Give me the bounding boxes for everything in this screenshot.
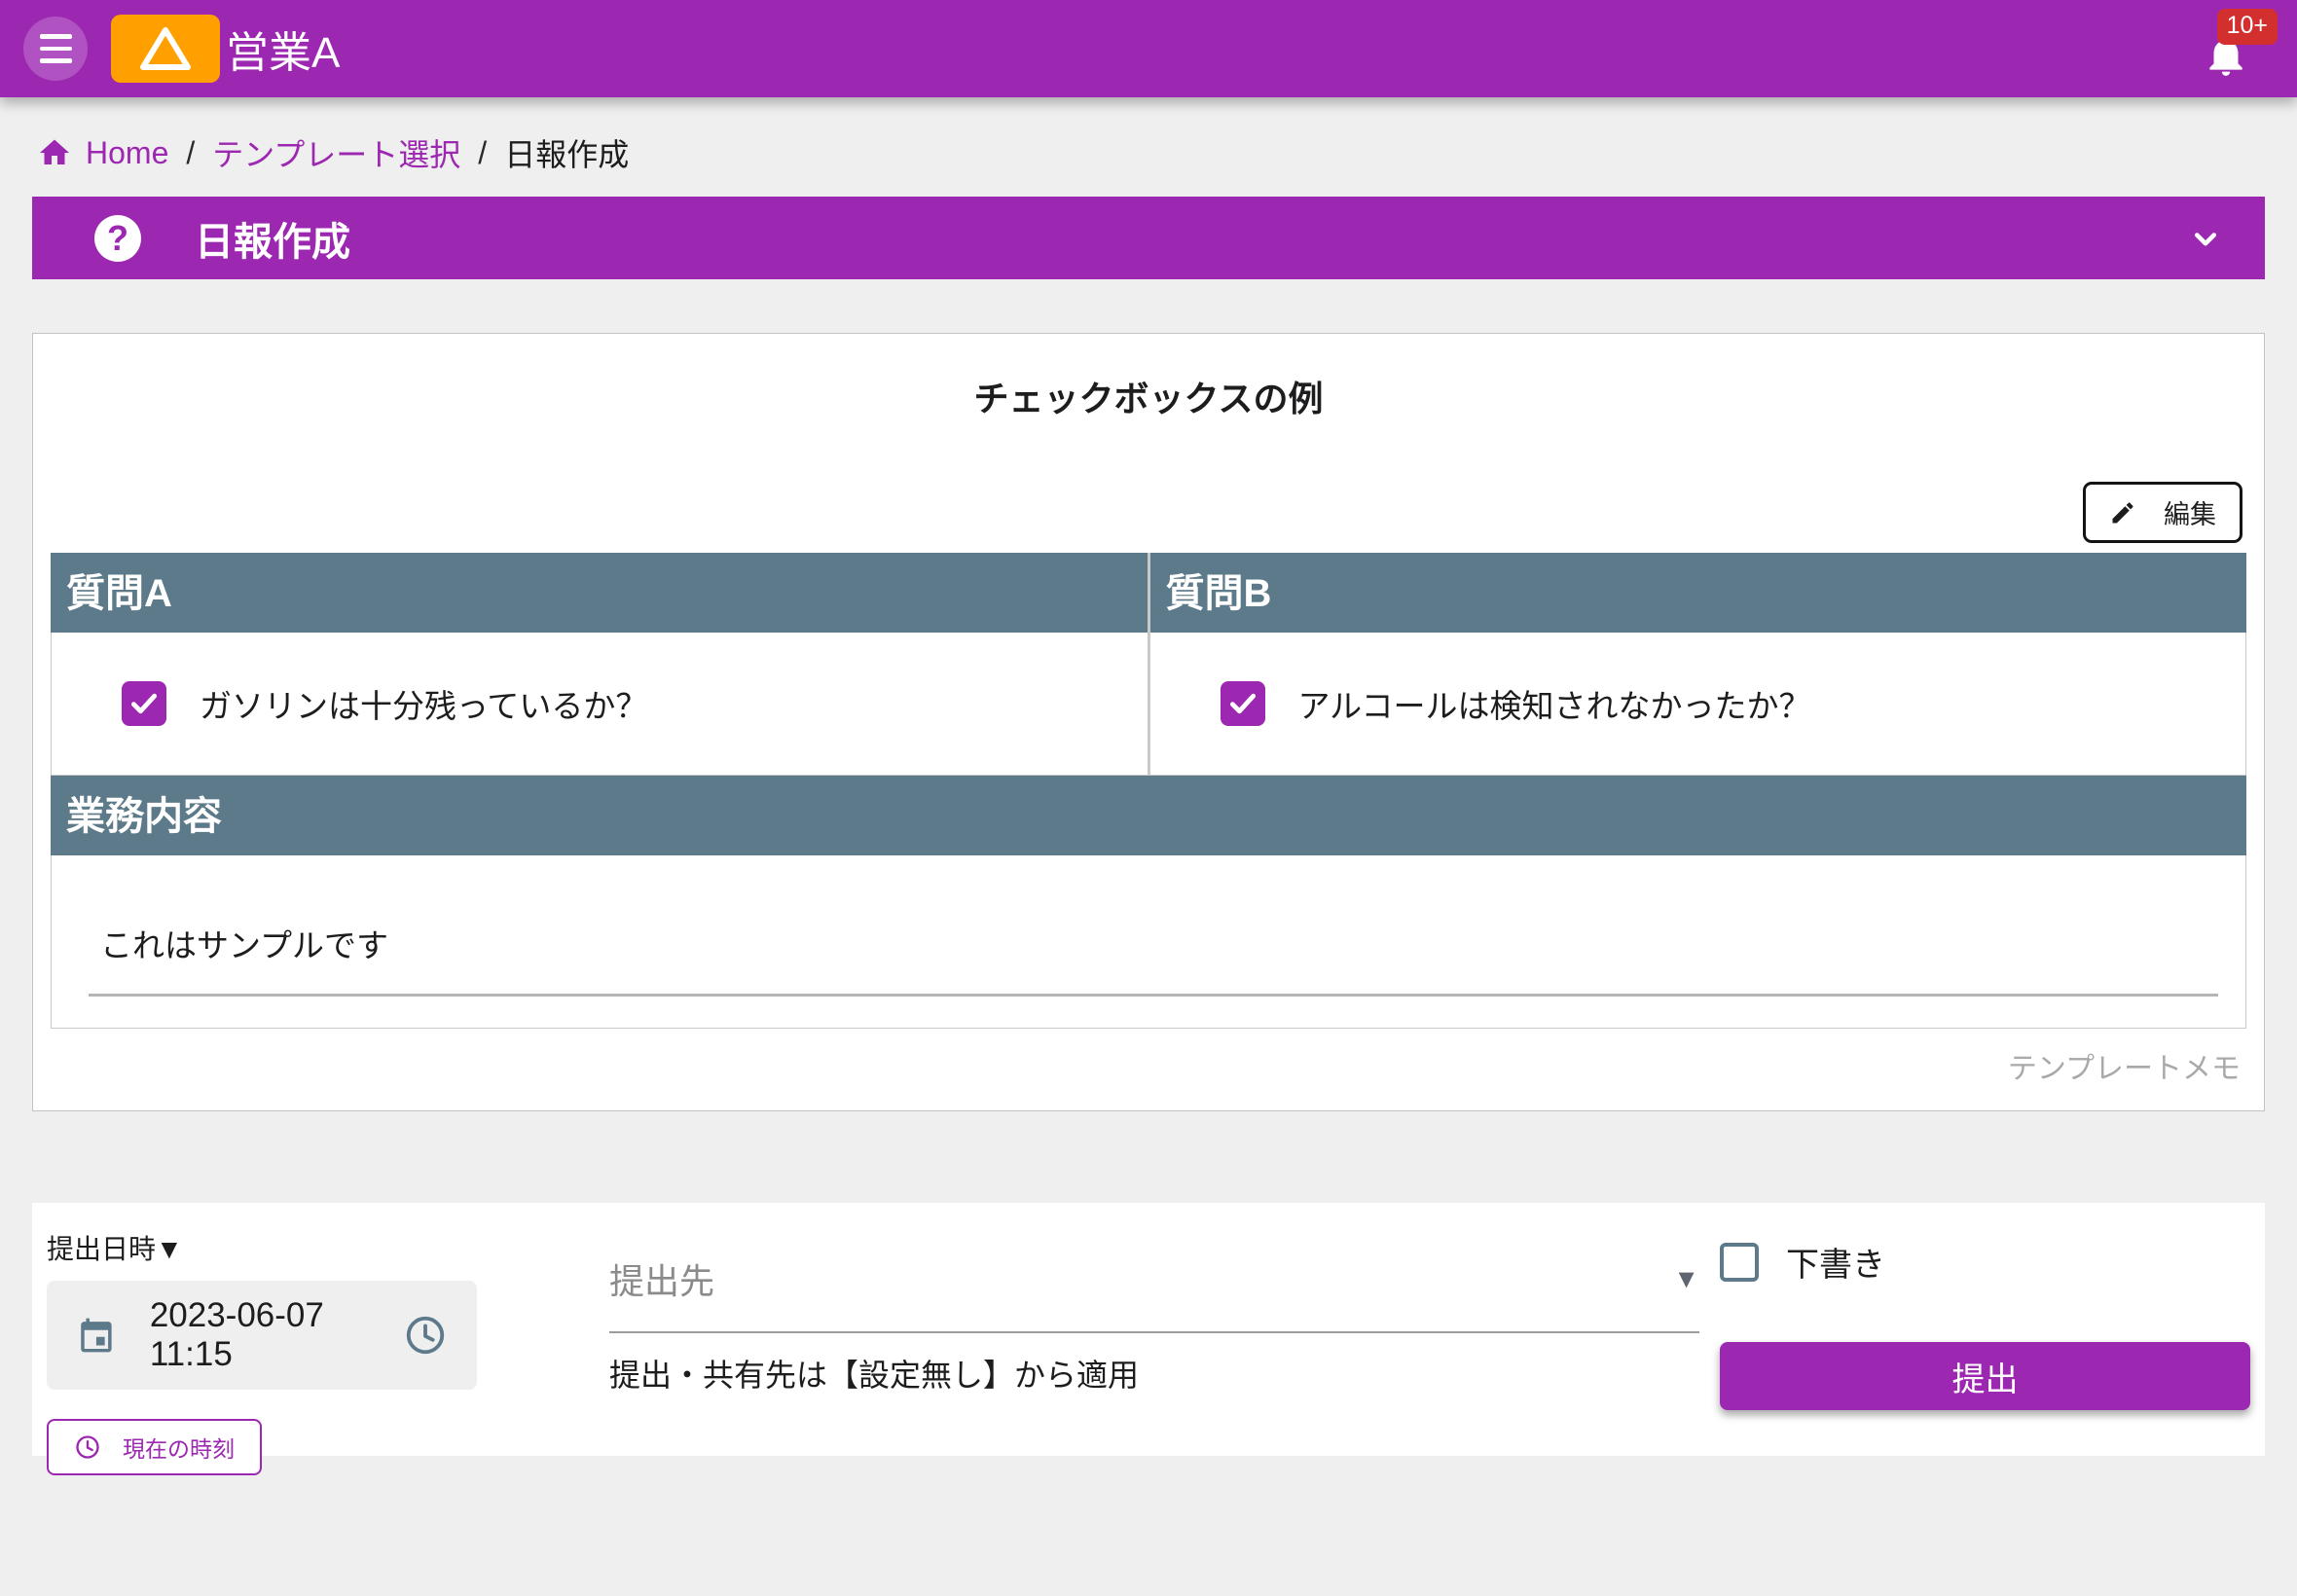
home-icon (37, 135, 72, 170)
checkmark-icon (1226, 687, 1259, 720)
submit-actions-group: 下書き 提出 (1720, 1226, 2250, 1456)
current-time-button[interactable]: 現在の時刻 (47, 1419, 262, 1475)
question-table: 質問A 質問B ガソリンは十分残っているか？ アルコールは検知されなかったか？ (51, 553, 2246, 1029)
work-content-underline (89, 994, 2218, 997)
datetime-value: 2023-06-07 11:15 (150, 1296, 403, 1374)
edit-button[interactable]: 編集 (2083, 482, 2242, 543)
help-button[interactable]: ? (94, 215, 141, 262)
breadcrumb-home-label: Home (86, 135, 168, 171)
question-b-label: アルコールは検知されなかったか？ (1298, 680, 1811, 727)
destination-placeholder: 提出先 (609, 1253, 714, 1304)
dropdown-arrow-icon: ▼ (1673, 1264, 1699, 1294)
breadcrumb-template-link[interactable]: テンプレート選択 (212, 130, 460, 175)
clock-small-icon (74, 1433, 101, 1461)
template-memo: テンプレートメモ (51, 1044, 2241, 1087)
question-a-label: ガソリンは十分残っているか？ (200, 680, 647, 727)
work-content-text: これはサンプルです (100, 927, 388, 963)
question-a-cell: ガソリンは十分残っているか？ (52, 633, 1150, 775)
destination-underline (609, 1331, 1699, 1333)
triangle-logo-icon (140, 26, 191, 71)
submit-button[interactable]: 提出 (1720, 1342, 2250, 1410)
notification-button[interactable]: 10+ (2188, 7, 2272, 91)
datetime-picker[interactable]: 2023-06-07 11:15 (47, 1281, 477, 1390)
edit-button-label: 編集 (2164, 493, 2216, 531)
notification-badge: 10+ (2217, 9, 2278, 45)
submit-panel: 提出日時▼ 2023-06-07 11:15 現在の時刻 提出先 ▼ (32, 1203, 2265, 1456)
draft-label: 下書き (1786, 1238, 1885, 1286)
hamburger-icon (40, 34, 72, 39)
breadcrumb: Home / テンプレート選択 / 日報作成 (0, 97, 2297, 197)
section-title: 日報作成 (195, 210, 350, 267)
work-content-input[interactable]: これはサンプルです (51, 855, 2246, 1029)
question-b-header: 質問B (1150, 553, 2247, 633)
app-bar: 営業A 10+ (0, 0, 2297, 97)
draft-checkbox[interactable] (1720, 1243, 1759, 1282)
submit-datetime-group: 提出日時▼ 2023-06-07 11:15 現在の時刻 (47, 1226, 480, 1456)
clock-icon (403, 1313, 448, 1358)
current-time-label: 現在の時刻 (123, 1431, 235, 1464)
breadcrumb-separator: / (478, 135, 487, 171)
question-a-header: 質問A (51, 553, 1150, 633)
destination-group: 提出先 ▼ 提出・共有先は【設定無し】から適用 (609, 1226, 1699, 1456)
breadcrumb-home-link[interactable]: Home (37, 135, 168, 171)
work-content-header: 業務内容 (51, 776, 2246, 855)
checkmark-icon (128, 687, 161, 720)
report-card: チェックボックスの例 編集 質問A 質問B ガソリンは十分残っているか？ (32, 333, 2265, 1111)
breadcrumb-separator: / (186, 135, 195, 171)
section-header: ? 日報作成 (32, 197, 2265, 279)
report-title: チェックボックスの例 (51, 371, 2246, 421)
question-b-checkbox[interactable] (1221, 681, 1265, 726)
datetime-label: 提出日時▼ (47, 1228, 480, 1267)
breadcrumb-current: 日報作成 (504, 130, 629, 175)
calendar-icon (76, 1314, 117, 1357)
destination-note: 提出・共有先は【設定無し】から適用 (609, 1351, 1699, 1396)
collapse-button[interactable] (2185, 218, 2226, 259)
question-a-checkbox[interactable] (122, 681, 166, 726)
question-b-cell: アルコールは検知されなかったか？ (1150, 633, 2246, 775)
destination-select[interactable]: 提出先 ▼ (609, 1226, 1699, 1304)
app-logo[interactable] (111, 15, 220, 83)
menu-button[interactable] (23, 17, 88, 81)
chevron-down-icon (2185, 218, 2226, 259)
pencil-icon (2109, 499, 2136, 526)
question-mark-icon: ? (107, 218, 128, 259)
app-title: 営業A (226, 18, 340, 80)
